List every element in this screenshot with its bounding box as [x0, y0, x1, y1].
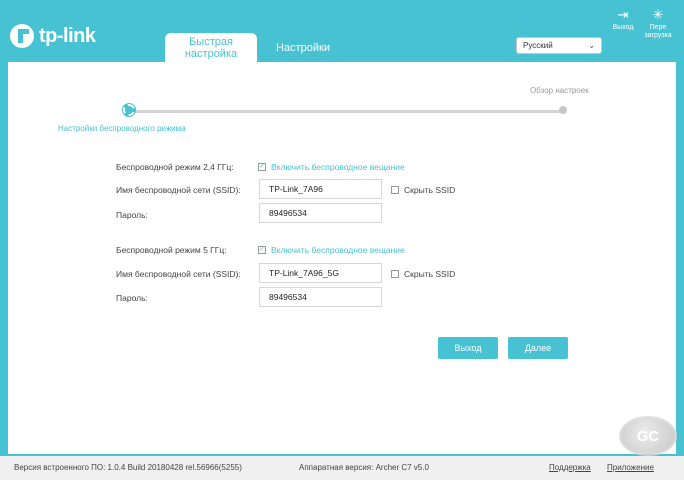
checkbox-unchecked-icon [391, 270, 399, 278]
band24-enable-label: Включить беспроводное вещание [271, 162, 405, 172]
tp-link-logo-icon [10, 24, 34, 48]
band24-enable-checkbox[interactable]: ✓ Включить беспроводное вещание [258, 162, 405, 172]
step-review-label: Обзор настроек [530, 86, 589, 95]
band5-ssid-input[interactable]: TP-Link_7A96_5G [259, 263, 382, 283]
tp-link-logo: tp-link [10, 24, 96, 48]
reboot-icon: ✳ [652, 7, 664, 22]
footer: Версия встроенного ПО: 1.0.4 Build 20180… [0, 456, 684, 480]
watermark-logo: GC [619, 416, 677, 456]
step-current-label: Настройки беспроводного режима [58, 124, 186, 133]
step-current-dot [123, 104, 135, 116]
band24-password-input[interactable]: 89496534 [259, 203, 382, 223]
step-next-dot [559, 106, 567, 114]
main-panel [8, 62, 676, 454]
tab-settings[interactable]: Настройки [268, 33, 338, 63]
support-link[interactable]: Поддержка [549, 463, 591, 472]
band5-enable-label: Включить беспроводное вещание [271, 245, 405, 255]
checkbox-checked-icon: ✓ [258, 163, 266, 171]
band5-hide-ssid-label: Скрыть SSID [404, 269, 456, 279]
next-button[interactable]: Далее [508, 337, 568, 359]
logout-icon: ⇥ [617, 7, 629, 22]
hardware-version: Аппаратная версия: Archer C7 v5.0 [299, 463, 429, 472]
band24-password-label: Пароль: [116, 210, 148, 220]
language-select[interactable]: Русский ⌄ [516, 37, 602, 54]
band24-hide-ssid-label: Скрыть SSID [404, 185, 456, 195]
band5-ssid-label: Имя беспроводной сети (SSID): [116, 269, 241, 279]
exit-button[interactable]: Выход [438, 337, 498, 359]
app-link[interactable]: Приложение [607, 463, 654, 472]
band5-hide-ssid-checkbox[interactable]: Скрыть SSID [391, 269, 455, 279]
checkbox-unchecked-icon [391, 186, 399, 194]
band5-password-input[interactable]: 89496534 [259, 287, 382, 307]
reboot-button[interactable]: ✳ Пере загрузка [642, 8, 674, 40]
firmware-version: Версия встроенного ПО: 1.0.4 Build 20180… [14, 463, 242, 472]
band24-ssid-label: Имя беспроводной сети (SSID): [116, 185, 241, 195]
language-value: Русский [523, 41, 553, 50]
band5-enable-checkbox[interactable]: ✓ Включить беспроводное вещание [258, 245, 405, 255]
wizard-progress-line [128, 110, 565, 113]
reboot-label: Пере загрузка [644, 24, 672, 39]
band24-ssid-input[interactable]: TP-Link_7A96 [259, 179, 382, 199]
chevron-down-icon: ⌄ [588, 41, 595, 50]
logout-button[interactable]: ⇥ Выход [611, 8, 635, 32]
band5-password-label: Пароль: [116, 293, 148, 303]
logout-label: Выход [612, 24, 634, 31]
band24-label: Беспроводной режим 2,4 ГГц: [116, 162, 234, 172]
tab-quick-setup[interactable]: Быстрая настройка [165, 33, 257, 63]
band24-hide-ssid-checkbox[interactable]: Скрыть SSID [391, 185, 455, 195]
band5-label: Беспроводной режим 5 ГГц: [116, 245, 227, 255]
brand-name: tp-link [39, 24, 96, 47]
checkbox-checked-icon: ✓ [258, 246, 266, 254]
